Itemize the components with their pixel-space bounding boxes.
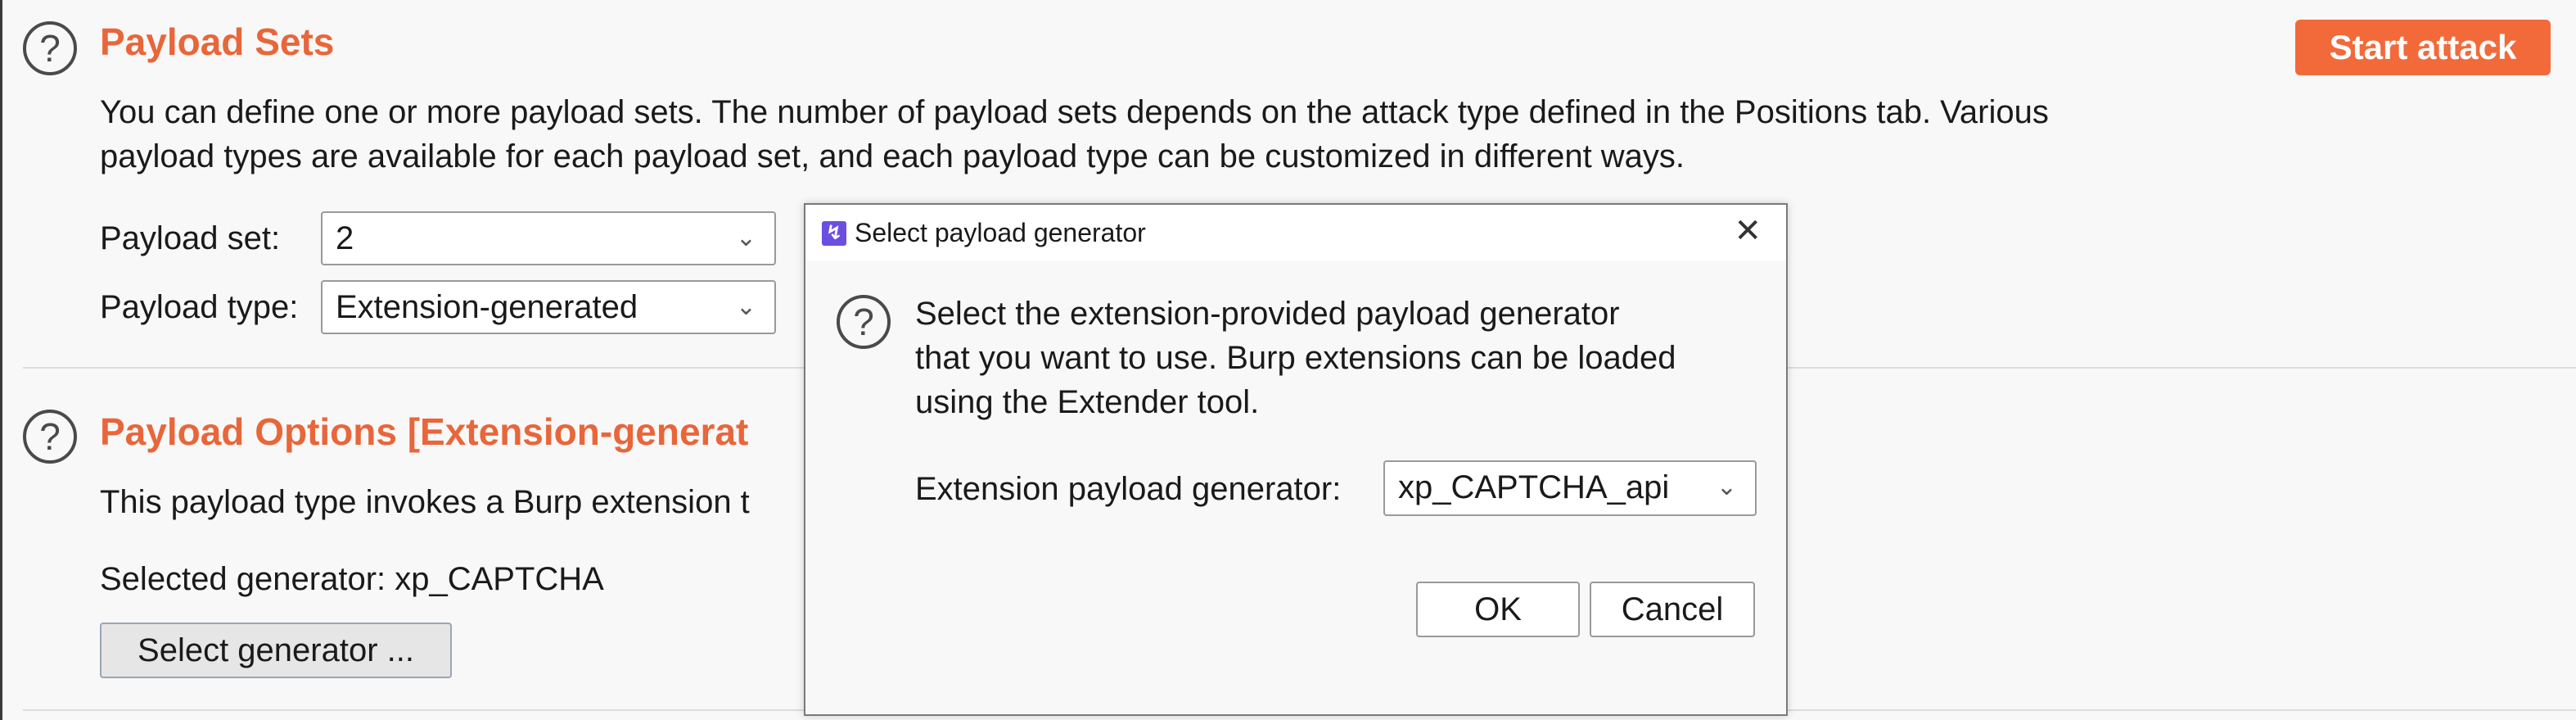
burp-app-icon: ↯ <box>822 221 846 246</box>
payload-set-dropdown[interactable]: 2 ⌄ <box>321 211 776 265</box>
chevron-down-icon: ⌄ <box>735 293 756 320</box>
payload-set-label: Payload set: <box>100 220 281 256</box>
close-icon[interactable]: ✕ <box>1734 211 1762 251</box>
window-edge <box>0 0 2 720</box>
payload-type-label: Payload type: <box>100 289 299 325</box>
help-icon: ? <box>837 295 891 349</box>
select-generator-button[interactable]: Select generator ... <box>100 623 452 678</box>
payload-set-value: 2 <box>336 220 354 256</box>
select-payload-generator-dialog: ↯ Select payload generator ✕ ? Select th… <box>804 203 1788 716</box>
payload-sets-description-line1: You can define one or more payload sets.… <box>100 94 2049 130</box>
payload-type-dropdown[interactable]: Extension-generated ⌄ <box>321 280 776 334</box>
help-icon[interactable]: ? <box>23 410 77 464</box>
help-icon[interactable]: ? <box>23 21 77 75</box>
dialog-titlebar[interactable]: ↯ Select payload generator ✕ <box>805 205 1786 260</box>
selected-generator-label: Selected generator: xp_CAPTCHA <box>100 561 604 597</box>
extension-generator-label: Extension payload generator: <box>915 471 1342 507</box>
extension-generator-dropdown[interactable]: xp_CAPTCHA_api ⌄ <box>1383 460 1757 516</box>
extension-generator-value: xp_CAPTCHA_api <box>1398 469 1670 505</box>
cancel-button[interactable]: Cancel <box>1590 582 1755 637</box>
start-attack-button[interactable]: Start attack <box>2295 20 2551 75</box>
chevron-down-icon: ⌄ <box>1716 473 1737 500</box>
dialog-message-line1: Select the extension-provided payload ge… <box>915 296 1620 332</box>
dialog-message-line3: using the Extender tool. <box>915 384 1260 420</box>
payload-sets-description-line2: payload types are available for each pay… <box>100 138 1685 174</box>
payload-sets-title: Payload Sets <box>100 20 335 63</box>
dialog-message-line2: that you want to use. Burp extensions ca… <box>915 340 1676 376</box>
payload-options-title: Payload Options [Extension-generat <box>100 410 749 453</box>
dialog-title: Select payload generator <box>855 218 1146 247</box>
payload-type-value: Extension-generated <box>336 289 638 325</box>
ok-button[interactable]: OK <box>1416 582 1580 637</box>
chevron-down-icon: ⌄ <box>735 224 756 251</box>
payload-options-description: This payload type invokes a Burp extensi… <box>100 484 750 520</box>
